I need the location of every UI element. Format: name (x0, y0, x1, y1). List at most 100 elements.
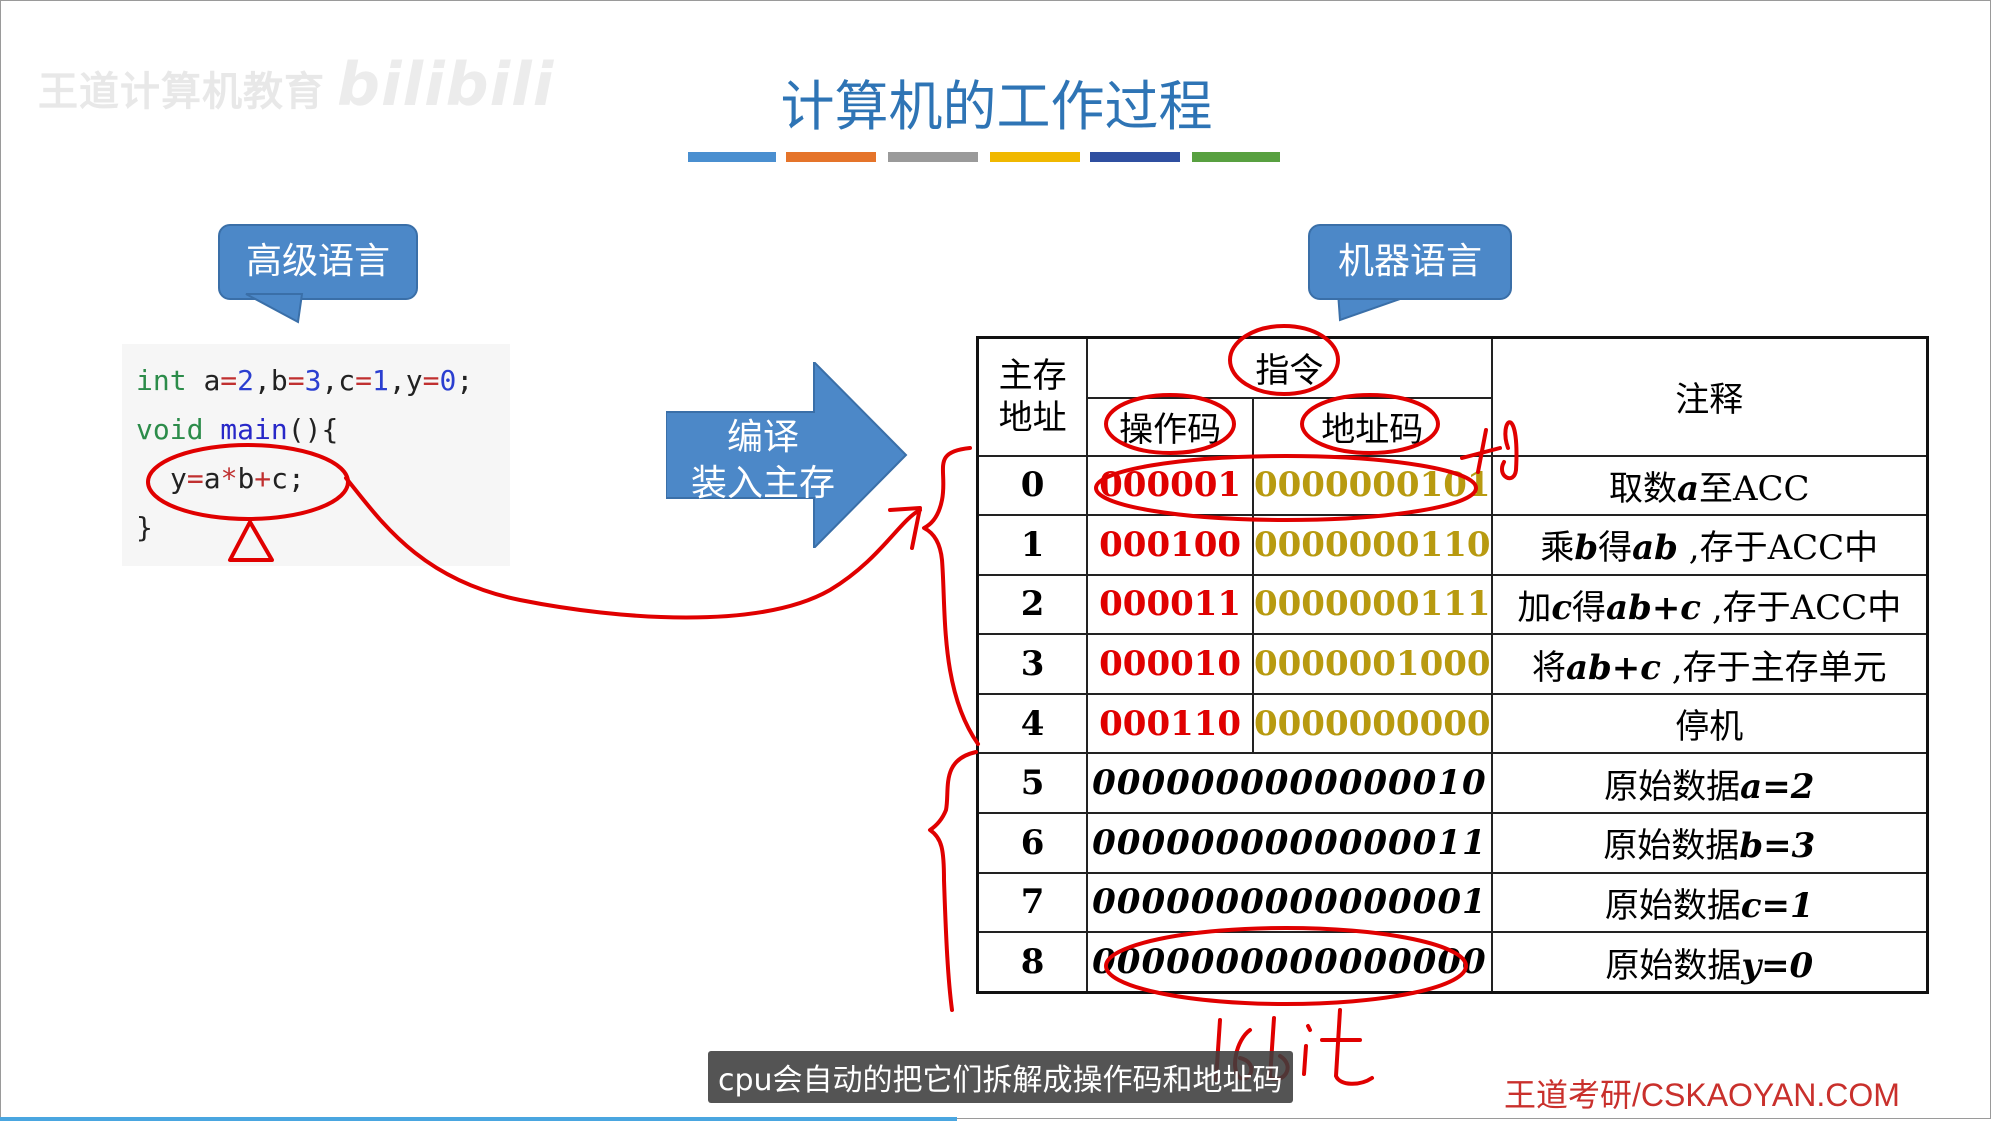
note-text: 得 (1598, 528, 1633, 569)
address-code-cell: 0000001000 (1251, 633, 1493, 695)
table-row: 4 000110 0000000000 停机 (976, 692, 1929, 755)
data-word-cell: 0000000000000001 (1086, 871, 1493, 934)
slide-title: 计算机的工作过程 (780, 75, 1213, 138)
table-row: 2 000011 0000000111 加c得ab+c ,存于ACC中 (976, 573, 1929, 636)
note-variable: b (1574, 528, 1599, 569)
code-token: a (203, 364, 221, 397)
note-variable: c (1551, 587, 1573, 628)
row-address: 1 (976, 514, 1089, 576)
code-op: = (422, 364, 440, 397)
arrow-label-compile: 编译 (726, 417, 799, 458)
note-text: 原始数据 (1603, 826, 1740, 867)
address-code-cell: 0000000000 (1251, 692, 1493, 755)
video-progress-bar[interactable] (0, 1117, 957, 1121)
header-address-line2: 地址 (998, 397, 1067, 438)
code-line-4: } (136, 511, 153, 544)
code-number: 0 (439, 364, 457, 397)
row-address: 6 (976, 812, 1089, 874)
note-cell: 停机 (1490, 692, 1929, 755)
note-text: 取数 (1608, 468, 1677, 509)
code-op: + (254, 462, 272, 495)
note-variable: a (1676, 468, 1699, 509)
opcode-cell: 000110 (1086, 692, 1254, 755)
row-address: 2 (976, 573, 1089, 636)
note-text: ,存于ACC中 (1677, 528, 1879, 569)
note-variable: a=2 (1740, 766, 1815, 807)
color-bar-segment (688, 152, 776, 162)
address-code-cell: 0000000101 (1251, 454, 1493, 517)
data-word-cell: 0000000000000011 (1086, 812, 1493, 874)
memory-table: 主存 地址 指令 注释 操作码 地址码 0 000001 0000000101 取… (976, 336, 1929, 994)
row-address: 0 (976, 454, 1089, 517)
data-word-cell: 0000000000000010 (1086, 752, 1493, 815)
code-number: 3 (304, 364, 322, 397)
note-text: 乘 (1540, 528, 1575, 569)
note-cell: 加c得ab+c ,存于ACC中 (1490, 573, 1929, 636)
keyword-void: void (136, 413, 204, 446)
keyword-int: int (136, 364, 187, 397)
color-bar-segment (1192, 152, 1280, 162)
video-subtitle: cpu会自动的把它们拆解成操作码和地址码 (708, 1051, 1293, 1103)
row-address: 8 (976, 931, 1089, 994)
code-line-2: void main(){ (136, 413, 338, 446)
data-word-cell: 0000000000000000 (1086, 931, 1493, 994)
machine-language-bubble: 机器语言 (1308, 224, 1512, 300)
note-text: ,存于主存单元 (1660, 647, 1887, 688)
code-op: = (355, 364, 373, 397)
note-text: 得 (1572, 587, 1607, 628)
note-text: 停机 (1675, 707, 1744, 748)
code-op: = (220, 364, 238, 397)
table-row: 7 0000000000000001 原始数据c=1 (976, 871, 1929, 934)
note-cell: 取数a至ACC (1490, 454, 1929, 517)
address-code-cell: 0000000110 (1251, 514, 1493, 576)
header-address-line1: 主存 (998, 355, 1067, 396)
note-text: 原始数据 (1604, 766, 1741, 807)
opcode-cell: 000010 (1086, 633, 1254, 695)
code-number: 2 (237, 364, 255, 397)
code-op: * (220, 462, 238, 495)
note-variable: ab+c (1565, 647, 1661, 688)
row-address: 7 (976, 871, 1089, 934)
opcode-cell: 000001 (1086, 454, 1254, 517)
code-op: = (186, 462, 204, 495)
code-token: a (203, 462, 221, 495)
color-bar-segment (1090, 152, 1180, 162)
code-token: b (237, 462, 255, 495)
opcode-cell: 000011 (1086, 573, 1254, 636)
code-line-1: int a=2,b=3,c=1,y=0; (136, 364, 473, 397)
note-variable: ab+c (1606, 587, 1702, 628)
table-row: 3 000010 0000001000 将ab+c ,存于主存单元 (976, 633, 1929, 695)
table-row: 6 0000000000000011 原始数据b=3 (976, 812, 1929, 874)
color-bar-segment (888, 152, 978, 162)
note-text: 原始数据 (1604, 885, 1741, 926)
row-address: 3 (976, 633, 1089, 695)
opcode-cell: 000100 (1086, 514, 1254, 576)
table-row: 1 000100 0000000110 乘b得ab ,存于ACC中 (976, 514, 1929, 576)
high-level-language-bubble: 高级语言 (218, 224, 418, 300)
note-variable: b=3 (1739, 826, 1816, 867)
code-op: = (287, 364, 305, 397)
code-token: ,c (321, 364, 356, 397)
row-address: 5 (976, 752, 1089, 815)
note-text: 加 (1517, 587, 1552, 628)
code-token: y (170, 462, 187, 495)
code-token: c; (271, 462, 305, 495)
function-name: main (220, 413, 288, 446)
table-row: 5 0000000000000010 原始数据a=2 (976, 752, 1929, 815)
note-text: ,存于ACC中 (1701, 587, 1902, 628)
arrow-label-load: 装入主存 (690, 463, 835, 504)
code-token: ; (456, 364, 474, 397)
table-row: 0 000001 0000000101 取数a至ACC (976, 454, 1929, 517)
note-text: 将 (1531, 647, 1566, 688)
color-bar-segment (786, 152, 876, 162)
note-cell: 原始数据b=3 (1490, 812, 1929, 874)
header-instruction: 指令 (1086, 336, 1493, 399)
color-bar-segment (990, 152, 1080, 162)
code-token: ,y (388, 364, 423, 397)
header-opcode: 操作码 (1086, 396, 1254, 457)
header-address: 主存 地址 (976, 336, 1089, 457)
header-note: 注释 (1490, 336, 1929, 457)
note-text: 至ACC (1698, 468, 1810, 509)
note-variable: y=0 (1741, 945, 1814, 986)
table-row: 8 0000000000000000 原始数据y=0 (976, 931, 1929, 994)
